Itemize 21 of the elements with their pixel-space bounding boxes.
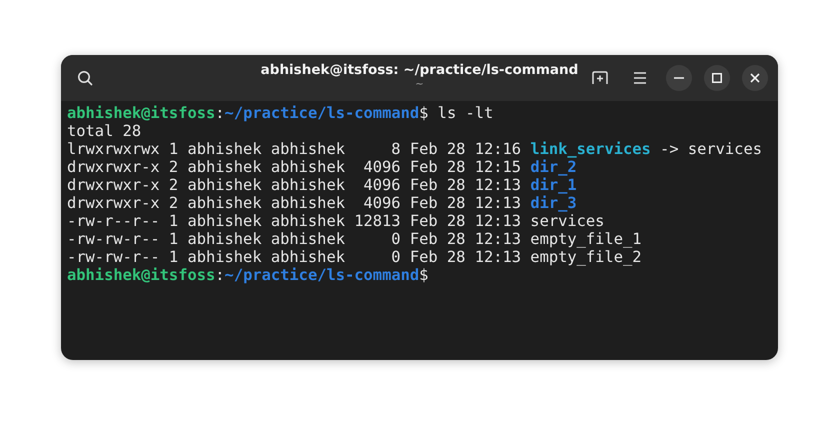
menu-icon [633,72,647,84]
window-subtitle: ~ [415,79,424,91]
minimize-icon [674,77,684,79]
terminal-line: -rw-r--r-- 1 abhishek abhishek 12813 Feb 28 12:13 services [67,212,604,230]
maximize-button[interactable] [704,65,730,91]
close-button[interactable] [742,65,768,91]
terminal-line: -rw-rw-r-- 1 abhishek abhishek 0 Feb 28 12:13 empty_file_2 [67,248,642,266]
new-tab-icon [592,71,608,85]
terminal-line: -rw-rw-r-- 1 abhishek abhishek 0 Feb 28 12:13 empty_file_1 [67,230,642,248]
search-icon [77,70,93,86]
terminal-line: drwxrwxr-x 2 abhishek abhishek 4096 Feb 28 12:13 dir_1 [67,176,577,194]
terminal-line: total 28 [67,122,142,140]
terminal-line: abhishek@itsfoss:~/practice/ls-command$ [67,266,428,284]
minimize-button[interactable] [666,65,692,91]
maximize-icon [712,73,722,83]
terminal-line: drwxrwxr-x 2 abhishek abhishek 4096 Feb 28 12:13 dir_3 [67,194,577,212]
close-icon [750,73,760,83]
terminal-line: drwxrwxr-x 2 abhishek abhishek 4096 Feb 28 12:15 dir_2 [67,158,577,176]
terminal-line: lrwxrwxrwx 1 abhishek abhishek 8 Feb 28 12:16 link_services -> services [67,140,762,158]
window-title: abhishek@itsfoss: ~/practice/ls-command [260,62,578,79]
terminal-line: abhishek@itsfoss:~/practice/ls-command$ ls -lt [67,104,494,122]
